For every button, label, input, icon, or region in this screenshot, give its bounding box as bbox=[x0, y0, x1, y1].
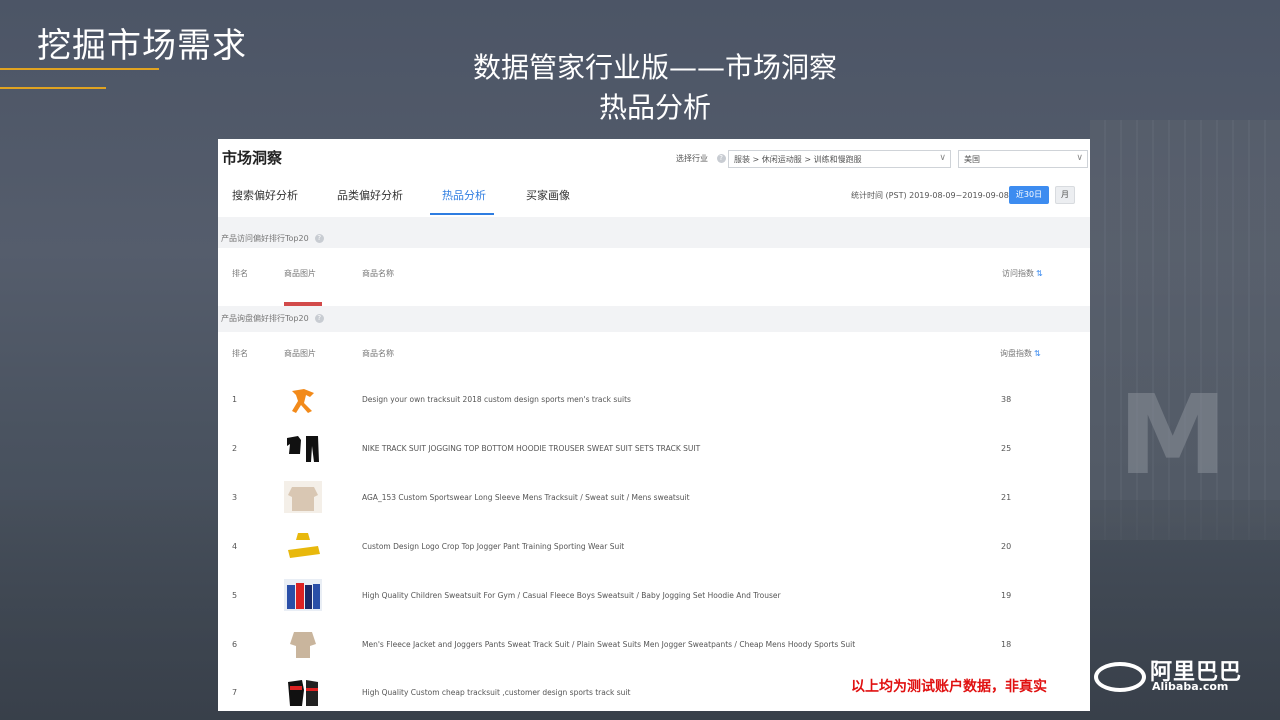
row-rank: 1 bbox=[232, 395, 238, 404]
background-ship-letter: M bbox=[1118, 371, 1228, 499]
sort-icon[interactable]: ⇅ bbox=[1036, 269, 1043, 278]
product-image[interactable] bbox=[284, 676, 322, 708]
table-row[interactable]: 1 Design your own tracksuit 2018 custom … bbox=[218, 379, 1090, 419]
inquiry-index-value: 38 bbox=[1001, 395, 1012, 404]
row-rank: 7 bbox=[232, 688, 238, 697]
panel-header: 市场洞察 选择行业 ? 服装 > 休闲运动服 > 训练和慢跑服 ∨ 美国 ∨ 搜… bbox=[218, 139, 1090, 217]
help-icon[interactable]: ? bbox=[314, 314, 324, 323]
alibaba-logo: 阿里巴巴 Alibaba.com bbox=[1094, 654, 1254, 694]
product-name[interactable]: Design your own tracksuit 2018 custom de… bbox=[362, 395, 631, 404]
section2-title: 产品询盘偏好排行Top20? bbox=[221, 313, 324, 324]
industry-select-value: 服装 > 休闲运动服 > 训练和慢跑服 bbox=[734, 155, 862, 164]
col-name: 商品名称 bbox=[362, 349, 394, 358]
inquiry-index-value: 21 bbox=[1001, 493, 1012, 502]
panel-title: 市场洞察 bbox=[222, 149, 283, 167]
last-30-days-button[interactable]: 近30日 bbox=[1009, 186, 1049, 204]
inquiry-ranking-table: 排名 商品图片 商品名称 询盘指数 ⇅ 1 Design your own tra… bbox=[218, 332, 1090, 711]
inquiry-index-value: 19 bbox=[1001, 591, 1012, 600]
col-visit-index[interactable]: 访问指数 ⇅ bbox=[1002, 268, 1043, 279]
month-button[interactable]: 月 bbox=[1055, 186, 1075, 204]
product-image[interactable] bbox=[284, 432, 322, 464]
product-name[interactable]: High Quality Children Sweatsuit For Gym … bbox=[362, 591, 781, 600]
product-image[interactable] bbox=[284, 579, 322, 611]
row-rank: 5 bbox=[232, 591, 238, 600]
table-row[interactable]: 6 Men's Fleece Jacket and Joggers Pants … bbox=[218, 624, 1090, 664]
col-name: 商品名称 bbox=[362, 269, 394, 278]
center-title-line2: 热品分析 bbox=[598, 91, 711, 124]
col-image: 商品图片 bbox=[284, 349, 316, 358]
row-rank: 2 bbox=[232, 444, 238, 453]
inquiry-index-value: 25 bbox=[1001, 444, 1012, 453]
table-row[interactable]: 5 High Quality Children Sweatsuit For Gy… bbox=[218, 575, 1090, 615]
product-image-partial bbox=[284, 302, 322, 306]
table-row[interactable]: 2 NIKE TRACK SUIT JOGGING TOP BOTTOM HOO… bbox=[218, 428, 1090, 468]
logo-en: Alibaba.com bbox=[1152, 680, 1229, 693]
product-image[interactable] bbox=[284, 628, 322, 660]
active-tab-indicator bbox=[430, 213, 494, 215]
table-row[interactable]: 4 Custom Design Logo Crop Top Jogger Pan… bbox=[218, 526, 1090, 566]
test-data-disclaimer: 以上均为测试账户数据，非真实 bbox=[849, 676, 1049, 696]
section1-title: 产品访问偏好排行Top20? bbox=[221, 233, 324, 244]
country-select[interactable]: 美国 ∨ bbox=[958, 150, 1088, 168]
center-title-line1: 数据管家行业版——市场洞察 bbox=[472, 51, 837, 84]
tab-category-preference[interactable]: 品类偏好分析 bbox=[337, 187, 403, 203]
row-rank: 3 bbox=[232, 493, 238, 502]
help-icon[interactable]: ? bbox=[716, 154, 726, 163]
industry-label-text: 选择行业 bbox=[676, 154, 708, 163]
product-image[interactable] bbox=[284, 481, 322, 513]
help-icon[interactable]: ? bbox=[314, 234, 324, 243]
title-underline-short bbox=[0, 87, 106, 89]
chevron-down-icon: ∨ bbox=[1076, 153, 1083, 163]
product-image[interactable] bbox=[284, 530, 322, 562]
col-inquiry-index[interactable]: 询盘指数 ⇅ bbox=[1000, 348, 1041, 359]
section2-title-text: 产品询盘偏好排行Top20 bbox=[221, 314, 309, 323]
inquiry-index-value: 20 bbox=[1001, 542, 1012, 551]
col-rank: 排名 bbox=[232, 269, 248, 278]
tab-hot-product[interactable]: 热品分析 bbox=[442, 187, 486, 203]
col-inquiry-index-label: 询盘指数 bbox=[1000, 349, 1032, 358]
sort-icon[interactable]: ⇅ bbox=[1034, 349, 1041, 358]
alibaba-logo-icon bbox=[1094, 662, 1146, 692]
slide-title: 挖掘市场需求 bbox=[37, 26, 247, 66]
col-visit-index-label: 访问指数 bbox=[1002, 269, 1034, 278]
product-name[interactable]: NIKE TRACK SUIT JOGGING TOP BOTTOM HOODI… bbox=[362, 444, 700, 453]
product-name[interactable]: High Quality Custom cheap tracksuit ,cus… bbox=[362, 688, 630, 697]
tab-search-preference[interactable]: 搜索偏好分析 bbox=[232, 187, 298, 203]
product-name[interactable]: AGA_153 Custom Sportswear Long Sleeve Me… bbox=[362, 493, 690, 502]
visit-ranking-table: 排名 商品图片 商品名称 访问指数 ⇅ bbox=[218, 248, 1090, 306]
industry-select[interactable]: 服装 > 休闲运动服 > 训练和慢跑服 ∨ bbox=[728, 150, 951, 168]
market-insight-panel: 市场洞察 选择行业 ? 服装 > 休闲运动服 > 训练和慢跑服 ∨ 美国 ∨ 搜… bbox=[218, 139, 1090, 711]
col-image: 商品图片 bbox=[284, 269, 316, 278]
product-name[interactable]: Men's Fleece Jacket and Joggers Pants Sw… bbox=[362, 640, 855, 649]
row-rank: 6 bbox=[232, 640, 238, 649]
tab-buyer-profile[interactable]: 买家画像 bbox=[526, 187, 570, 203]
industry-label: 选择行业 ? bbox=[676, 153, 726, 164]
title-underline-long bbox=[0, 68, 159, 70]
product-name[interactable]: Custom Design Logo Crop Top Jogger Pant … bbox=[362, 542, 624, 551]
product-image[interactable] bbox=[284, 383, 322, 415]
center-title: 数据管家行业版——市场洞察 热品分析 bbox=[300, 48, 1010, 128]
col-rank: 排名 bbox=[232, 349, 248, 358]
chevron-down-icon: ∨ bbox=[939, 153, 946, 163]
stat-time: 统计时间 (PST) 2019-08-09~2019-09-08 bbox=[851, 191, 1009, 200]
inquiry-index-value: 18 bbox=[1001, 640, 1012, 649]
country-select-value: 美国 bbox=[964, 155, 980, 164]
row-rank: 4 bbox=[232, 542, 238, 551]
table-row[interactable]: 3 AGA_153 Custom Sportswear Long Sleeve … bbox=[218, 477, 1090, 517]
section1-title-text: 产品访问偏好排行Top20 bbox=[221, 234, 309, 243]
